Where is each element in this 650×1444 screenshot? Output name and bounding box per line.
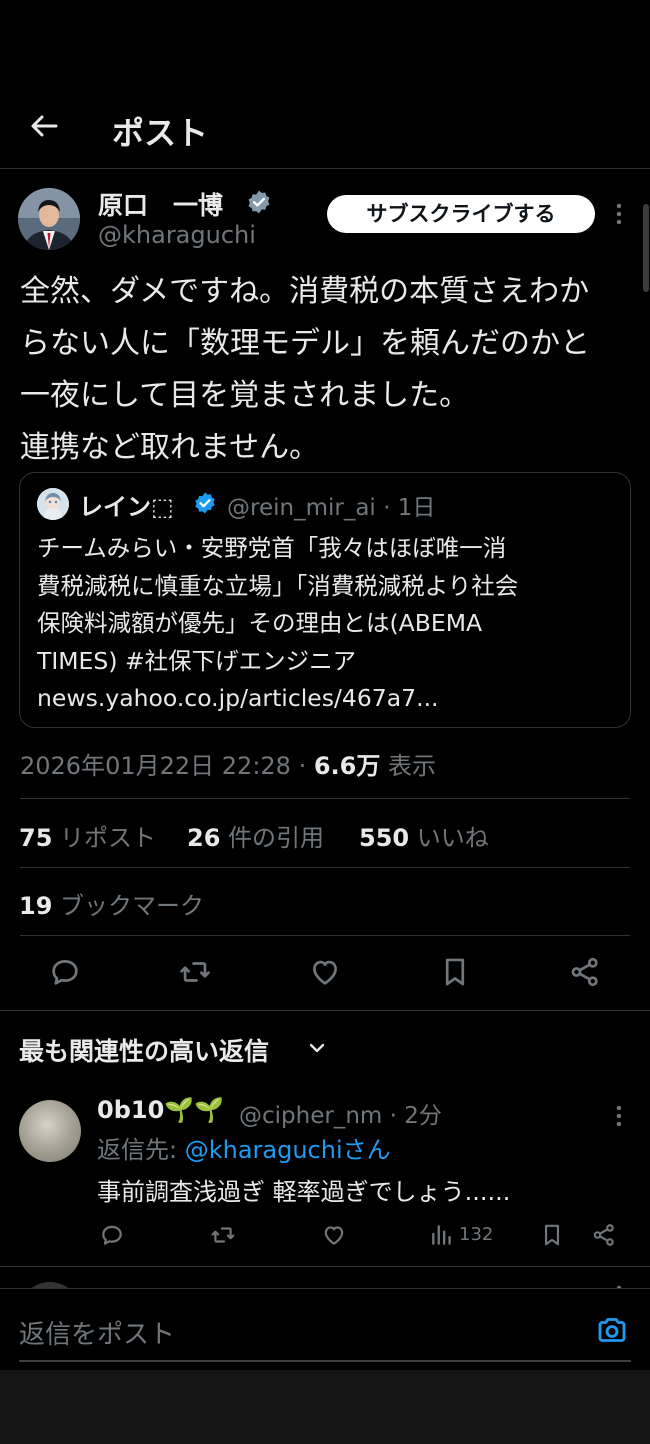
- reply-to-label: 返信先:: [97, 1136, 185, 1164]
- quoted-text-line: 費税減税に慎重な立場」「消費税減税より社会: [37, 571, 519, 600]
- back-arrow-icon[interactable]: [28, 110, 60, 142]
- input-underline: [19, 1360, 631, 1362]
- post-timestamp: 2026年01月22日 22:28 · 6.6万 表示: [20, 746, 436, 781]
- repost-icon[interactable]: [210, 1222, 236, 1248]
- page-title: ポスト: [112, 114, 209, 152]
- reposts-stat[interactable]: 75 リポスト: [19, 818, 156, 853]
- reposts-count: 75: [19, 824, 53, 852]
- author-name[interactable]: 原口 一博: [98, 186, 223, 222]
- reply-author-name[interactable]: 0b10🌱🌱: [97, 1096, 224, 1124]
- reply-to-line: 返信先: @kharaguchiさん: [97, 1130, 391, 1165]
- divider: [20, 867, 630, 868]
- share-icon[interactable]: [591, 1222, 617, 1248]
- divider: [20, 935, 630, 936]
- share-icon[interactable]: [568, 955, 602, 989]
- reply-text: 事前調査浅過ぎ 軽率過ぎでしょう......: [97, 1178, 511, 1206]
- reply-icon[interactable]: [48, 955, 82, 989]
- subscribe-button[interactable]: サブスクライブする: [327, 195, 595, 233]
- tweet-text: 全然、ダメですね。消費税の本質さえわか らない人に「数理モデル」を頼んだのかと …: [20, 274, 590, 465]
- views-label: 表示: [380, 752, 436, 780]
- reply-author-avatar[interactable]: [19, 1100, 81, 1162]
- quoted-link-line[interactable]: news.yahoo.co.jp/articles/467a7...: [37, 680, 617, 718]
- like-icon[interactable]: [308, 955, 342, 989]
- more-options-icon[interactable]: [612, 200, 626, 230]
- divider: [0, 1266, 650, 1267]
- quoted-text-line: TIMES) #社保下げエンジニア: [37, 646, 357, 675]
- divider: [20, 798, 630, 799]
- quoted-text-line: チームみらい・安野党首「我々はほぼ唯一消: [37, 534, 507, 562]
- views-count: 6.6万: [313, 752, 381, 780]
- bookmarks-count: 19: [19, 892, 53, 920]
- reply-author-handle[interactable]: @cipher_nm · 2分: [239, 1096, 442, 1130]
- quotes-label: 件の引用: [220, 824, 325, 852]
- more-options-icon[interactable]: [612, 1102, 626, 1130]
- author-handle[interactable]: @kharaguchi: [98, 221, 256, 249]
- like-icon[interactable]: [321, 1222, 347, 1248]
- timestamp-text: 2026年01月22日 22:28 ·: [20, 752, 314, 780]
- chevron-down-icon[interactable]: [306, 1037, 328, 1059]
- camera-icon[interactable]: [594, 1312, 630, 1348]
- bookmarks-stat[interactable]: 19 ブックマーク: [19, 886, 204, 921]
- reply-to-handle[interactable]: @kharaguchiさん: [185, 1136, 391, 1164]
- verified-badge-icon: [193, 491, 217, 515]
- views-icon[interactable]: [429, 1222, 455, 1248]
- reply-input[interactable]: 返信をポスト: [19, 1314, 175, 1351]
- quoted-author-handle: @rein_mir_ai · 1日: [227, 495, 436, 521]
- repost-icon[interactable]: [178, 955, 212, 989]
- quotes-stat[interactable]: 26 件の引用: [187, 818, 324, 853]
- divider: [0, 1010, 650, 1011]
- bookmarks-label: ブックマーク: [52, 892, 205, 920]
- quoted-author-avatar: [37, 488, 69, 520]
- likes-count: 550: [359, 824, 410, 852]
- bookmark-icon[interactable]: [438, 955, 472, 989]
- system-navigation-bar: [0, 1370, 650, 1444]
- likes-label: いいね: [409, 824, 489, 852]
- likes-stat[interactable]: 550 いいね: [359, 818, 489, 853]
- scrollbar-thumb[interactable]: [643, 204, 649, 292]
- reply-views-count: 132: [459, 1224, 494, 1245]
- reply-icon[interactable]: [99, 1222, 125, 1248]
- reposts-label: リポスト: [52, 824, 157, 852]
- quoted-author-name: レイン⬚: [79, 493, 174, 521]
- bookmark-icon[interactable]: [539, 1222, 565, 1248]
- replies-sort-title[interactable]: 最も関連性の高い返信: [19, 1032, 269, 1068]
- author-avatar[interactable]: [18, 188, 80, 250]
- quoted-post-text: チームみらい・安野党首「我々はほぼ唯一消 費税減税に慎重な立場」「消費税減税より…: [37, 530, 617, 718]
- header-divider: [0, 168, 650, 169]
- verified-badge-icon: [246, 189, 272, 215]
- quoted-text-line: 保険料減額が優先」その理由とは(ABEMA: [37, 609, 483, 637]
- quotes-count: 26: [187, 824, 221, 852]
